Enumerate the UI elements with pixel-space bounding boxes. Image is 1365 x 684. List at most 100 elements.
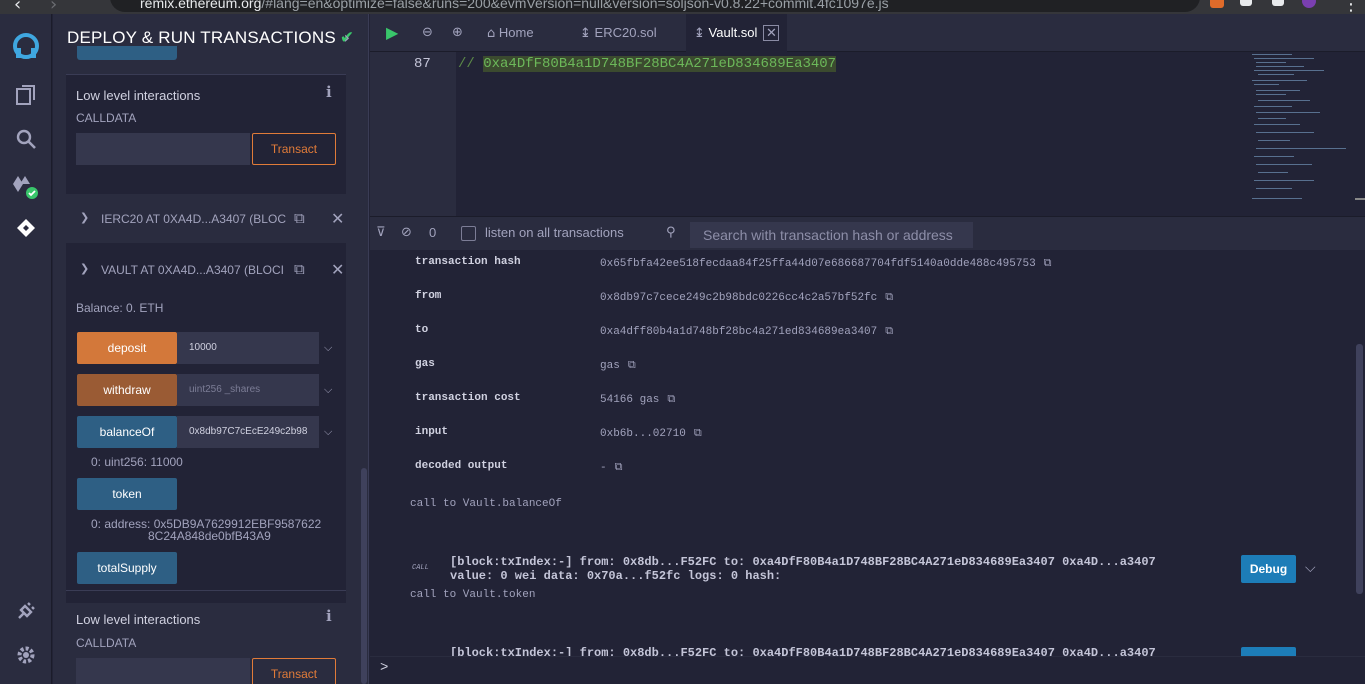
chevron-down-icon[interactable]: ⌵ [324, 383, 332, 397]
extension-icon[interactable] [1210, 0, 1224, 8]
copy-icon[interactable]: ⧉ [667, 392, 675, 405]
home-icon: ⌂ [487, 26, 496, 41]
instance-ierc20[interactable]: ❯ IERC20 AT 0XA4D...A3407 (BLOC ⧉ ✕ [66, 196, 346, 242]
calldata-input[interactable] [76, 658, 250, 684]
tx-key: from [415, 290, 442, 302]
tx-summary-line[interactable]: [block:txIndex:-] from: 0x8db...F52FC to… [450, 646, 1156, 656]
balanceof-button[interactable]: balanceOf [77, 416, 177, 448]
info-icon[interactable]: i [326, 607, 332, 625]
copy-icon[interactable]: ⧉ [1044, 256, 1052, 269]
browser-toolbar: ‹ › remix.ethereum.org/#lang=en&optimize… [0, 0, 1365, 14]
copy-icon[interactable]: ⧉ [885, 290, 893, 303]
instance-name: VAULT AT 0XA4D...A3407 (BLOCI [101, 263, 284, 277]
chevron-down-icon[interactable]: ❯ [80, 262, 89, 275]
totalsupply-button[interactable]: totalSupply [77, 552, 177, 584]
call-tag: CALL [412, 564, 429, 572]
panel-title: DEPLOY & RUN TRANSACTIONS ✔ [67, 28, 355, 47]
line-number: 87 [414, 56, 431, 72]
tx-summary-line[interactable]: value: 0 wei data: 0x70a...f52fc logs: 0… [450, 569, 781, 583]
calldata-label: CALLDATA [76, 636, 137, 650]
collapse-icon[interactable]: ⊽ [376, 225, 386, 240]
instance-vault[interactable]: ❯ VAULT AT 0XA4D...A3407 (BLOCI ⧉ ✕ [66, 247, 346, 293]
balanceof-input[interactable]: 0x8db97C7cEcE249c2b98 [177, 416, 319, 448]
solidity-compiler-icon[interactable] [12, 172, 40, 200]
zoom-out-icon[interactable]: ⊖ [422, 14, 433, 52]
transact-button[interactable]: Transact [252, 133, 336, 165]
file-explorer-icon[interactable] [12, 84, 40, 112]
chevron-right-icon[interactable]: › [344, 28, 350, 47]
calldata-input[interactable] [76, 133, 250, 165]
extensions-puzzle-icon[interactable] [1240, 0, 1252, 6]
minimap[interactable] [1250, 52, 1354, 202]
tab-erc20[interactable]: ↨ ERC20.sol [580, 14, 657, 52]
copy-icon[interactable]: ⧉ [694, 426, 702, 439]
line-gutter [370, 52, 456, 216]
partial-button[interactable] [77, 46, 177, 60]
info-icon[interactable]: i [326, 83, 332, 101]
tab-home[interactable]: ⌂ Home [487, 14, 534, 52]
clear-icon[interactable]: ⊘ [401, 225, 412, 240]
copy-icon[interactable]: ⧉ [615, 460, 623, 473]
chevron-down-icon[interactable]: ⌵ [324, 341, 332, 355]
instance-name: IERC20 AT 0XA4D...A3407 (BLOC [101, 212, 286, 226]
back-icon[interactable]: ‹ [14, 0, 21, 14]
code-line[interactable]: // 0xa4DfF80B4a1D748BF28BC4A271eD834689E… [458, 56, 837, 72]
listen-checkbox[interactable] [461, 226, 476, 241]
tx-value: gas ⧉ [600, 358, 636, 372]
copy-icon[interactable]: ⧉ [294, 209, 305, 227]
withdraw-input[interactable]: uint256 _shares [177, 374, 319, 406]
low-level-card: Low level interactions i CALLDATA Transa… [66, 74, 346, 194]
token-button[interactable]: token [77, 478, 177, 510]
code-editor[interactable]: 87 // 0xa4DfF80B4a1D748BF28BC4A271eD8346… [370, 52, 1365, 216]
withdraw-button[interactable]: withdraw [77, 374, 177, 406]
close-icon[interactable]: ✕ [331, 209, 344, 228]
zoom-in-icon[interactable]: ⊕ [452, 14, 463, 52]
close-icon[interactable]: ✕ [331, 260, 344, 279]
tx-summary-line[interactable]: [block:txIndex:-] from: 0x8db...F52FC to… [450, 555, 1156, 569]
browser-menu-icon[interactable]: ⋮ [1342, 0, 1360, 14]
tx-value: - ⧉ [600, 460, 623, 474]
chevron-down-icon[interactable]: ⌵ [1305, 560, 1316, 576]
url-text[interactable]: remix.ethereum.org/#lang=en&optimize=fal… [140, 0, 889, 11]
chevron-down-icon[interactable]: ⌵ [324, 425, 332, 439]
tx-key: gas [415, 358, 435, 370]
token-result-cont: 8C24A848de0bfB43A9 [148, 529, 271, 543]
debug-button[interactable]: Debug [1241, 647, 1296, 656]
chevron-right-icon[interactable]: ❯ [80, 211, 89, 224]
plugin-icon[interactable] [12, 600, 40, 628]
deposit-button[interactable]: deposit [77, 332, 177, 364]
low-level-title: Low level interactions [76, 88, 201, 103]
terminal-toolbar: ⊽ ⊘ 0 listen on all transactions ⚲ Searc… [370, 216, 1365, 250]
low-level-title: Low level interactions [76, 612, 201, 627]
transact-button[interactable]: Transact [252, 658, 336, 684]
deposit-input[interactable]: 10000 [177, 332, 319, 364]
calldata-label: CALLDATA [76, 111, 137, 125]
terminal-note: call to Vault.balanceOf [410, 498, 562, 510]
copy-icon[interactable]: ⧉ [294, 260, 305, 278]
forward-icon[interactable]: › [50, 0, 57, 14]
profile-avatar[interactable] [1302, 0, 1316, 8]
editor-scrollbar[interactable] [1355, 198, 1365, 200]
remix-logo-icon[interactable] [12, 30, 40, 59]
copy-icon[interactable]: ⧉ [628, 358, 636, 371]
transaction-search-input[interactable]: Search with transaction hash or address [690, 222, 973, 248]
tx-key: transaction cost [415, 392, 521, 404]
close-icon[interactable]: ✕ [763, 25, 780, 41]
panel-scrollbar[interactable] [361, 468, 367, 684]
terminal-note: call to Vault.token [410, 589, 536, 601]
tx-key: decoded output [415, 460, 508, 472]
terminal-scrollbar[interactable] [1356, 344, 1363, 594]
terminal-prompt[interactable]: > [370, 656, 1365, 684]
listen-label: listen on all transactions [485, 225, 624, 240]
run-icon[interactable]: ▶ [386, 14, 398, 52]
deploy-icon[interactable] [12, 216, 40, 244]
icon-rail [0, 14, 52, 684]
tab-vault[interactable]: ↨ Vault.sol ✕ [686, 14, 788, 52]
tx-value: 0x8db97c7cece249c2b98bdc0226cc4c2a57bf52… [600, 290, 894, 304]
tx-value: 0xb6b...02710 ⧉ [600, 426, 702, 440]
debug-button[interactable]: Debug [1241, 555, 1296, 583]
copy-icon[interactable]: ⧉ [885, 324, 893, 337]
window-icon[interactable] [1272, 0, 1284, 6]
search-icon[interactable] [12, 128, 40, 156]
settings-icon[interactable] [12, 644, 40, 672]
